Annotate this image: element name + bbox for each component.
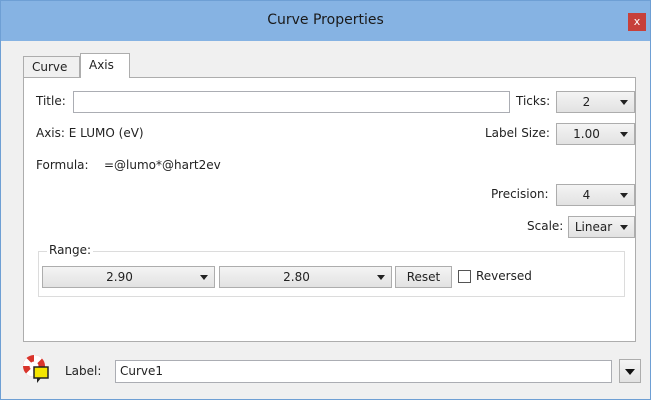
range-group: Range: 2.90 2.80 Reset Reversed xyxy=(38,243,625,297)
label-size-value: 1.00 xyxy=(573,127,600,141)
label-caption: Label: xyxy=(65,364,102,378)
title-bar[interactable]: Curve Properties x xyxy=(1,1,650,41)
axis-tab-panel: Title: Ticks: 2 Axis: E LUMO (eV) Label … xyxy=(23,77,636,342)
range-max-select[interactable]: 2.80 xyxy=(219,266,392,288)
scale-label: Scale: xyxy=(527,219,564,233)
reversed-checkbox[interactable] xyxy=(458,270,471,283)
tab-curve[interactable]: Curve xyxy=(23,56,80,77)
tab-axis[interactable]: Axis xyxy=(80,53,130,78)
curve-properties-window: Curve Properties x Curve Axis Title: Tic… xyxy=(0,0,651,400)
formula-label: Formula: xyxy=(36,158,89,172)
ticks-label: Ticks: xyxy=(516,94,551,108)
help-lifebuoy-icon[interactable] xyxy=(22,354,50,384)
precision-value: 4 xyxy=(582,188,591,202)
ticks-select[interactable]: 2 xyxy=(556,91,635,113)
scale-select[interactable]: Linear xyxy=(568,216,635,238)
reset-button[interactable]: Reset xyxy=(395,266,452,288)
reversed-label: Reversed xyxy=(476,269,532,283)
label-input[interactable]: Curve1 xyxy=(115,360,612,383)
chevron-down-icon xyxy=(620,225,628,230)
label-size-label: Label Size: xyxy=(485,126,550,140)
chevron-down-icon xyxy=(620,193,628,198)
range-min-value: 2.90 xyxy=(106,270,133,284)
precision-label: Precision: xyxy=(491,187,549,201)
label-dropdown-button[interactable] xyxy=(619,359,641,383)
label-size-select[interactable]: 1.00 xyxy=(556,123,635,145)
title-input[interactable] xyxy=(73,91,510,113)
chevron-down-icon xyxy=(625,369,635,375)
formula-value: =@lumo*@hart2ev xyxy=(104,158,221,172)
chevron-down-icon xyxy=(377,275,385,280)
axis-name-text: Axis: E LUMO (eV) xyxy=(36,126,144,140)
scale-value: Linear xyxy=(574,220,613,234)
range-max-value: 2.80 xyxy=(283,270,310,284)
title-label: Title: xyxy=(36,94,66,108)
chevron-down-icon xyxy=(620,100,628,105)
chevron-down-icon xyxy=(200,275,208,280)
precision-select[interactable]: 4 xyxy=(556,184,635,206)
ticks-value: 2 xyxy=(582,95,591,109)
chevron-down-icon xyxy=(620,132,628,137)
close-button[interactable]: x xyxy=(628,13,646,31)
range-min-select[interactable]: 2.90 xyxy=(42,266,215,288)
range-legend: Range: xyxy=(47,243,94,257)
window-title: Curve Properties xyxy=(267,12,384,28)
